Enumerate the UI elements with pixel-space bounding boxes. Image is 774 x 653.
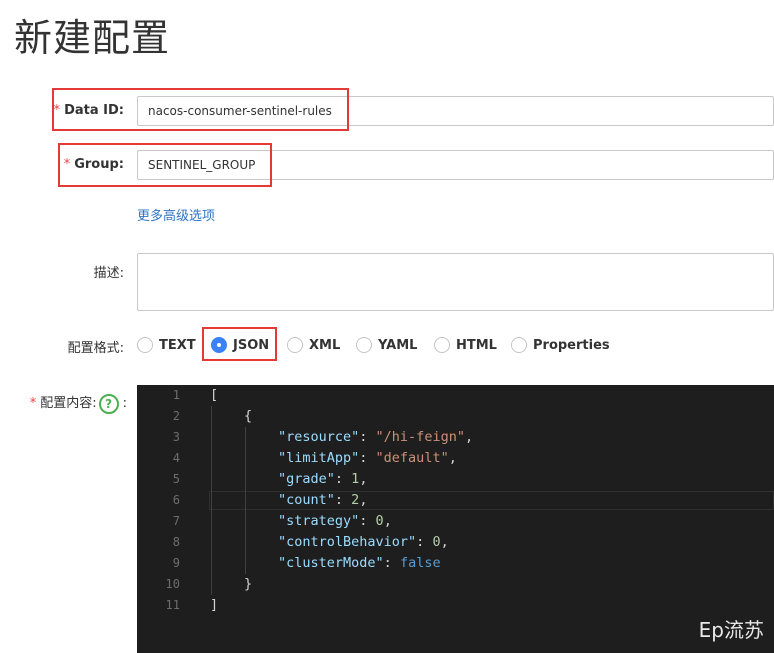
question-circle-icon[interactable]: ? <box>98 393 119 414</box>
code-line-text: "grade": 1, <box>278 471 368 487</box>
content-label-colon: : <box>122 396 127 411</box>
line-number: 11 <box>165 598 180 612</box>
line-number: 8 <box>172 535 180 549</box>
code-line: "strategy": 0, <box>278 511 392 532</box>
code-line: "resource": "/hi-feign", <box>278 427 473 448</box>
group-label-text: Group: <box>74 157 124 172</box>
code-line-text: "strategy": 0, <box>278 513 392 529</box>
format-radio-label: Properties <box>533 337 610 353</box>
code-line: "limitApp": "default", <box>278 448 457 469</box>
required-asterisk-icon: * <box>53 103 61 118</box>
format-radio-label: TEXT <box>159 337 196 353</box>
code-line: "controlBehavior": 0, <box>278 532 449 553</box>
code-line-text: [ <box>210 387 219 403</box>
code-line-text: } <box>244 576 253 592</box>
line-number: 2 <box>172 409 180 423</box>
code-line: ] <box>210 595 218 616</box>
group-label: * Group: <box>64 157 124 172</box>
line-number: 4 <box>172 451 180 465</box>
format-radio-xml[interactable]: XML <box>287 334 340 356</box>
code-line-text: "resource": "/hi-feign", <box>278 429 474 445</box>
format-radio-html[interactable]: HTML <box>434 334 497 356</box>
advanced-options-link[interactable]: 更多高级选项 <box>137 205 215 224</box>
code-line-text: { <box>244 408 253 424</box>
radio-icon <box>137 337 153 353</box>
line-number: 7 <box>172 514 180 528</box>
radio-checked-icon <box>211 337 227 353</box>
page-title: 新建配置 <box>14 16 171 60</box>
description-label: 描述: <box>93 266 124 281</box>
format-radio-label: JSON <box>233 337 270 353</box>
line-number: 3 <box>172 430 180 444</box>
code-line: "grade": 1, <box>278 469 367 490</box>
data-id-label-text: Data ID: <box>64 103 124 118</box>
code-line-text: "limitApp": "default", <box>278 450 457 466</box>
format-radio-label: YAML <box>378 337 418 353</box>
line-number: 5 <box>172 472 180 486</box>
data-id-input[interactable]: nacos-consumer-sentinel-rules <box>137 96 774 126</box>
code-line-text: ] <box>210 597 219 613</box>
code-line: "count": 2, <box>278 490 367 511</box>
format-radio-label: XML <box>309 337 341 353</box>
line-number: 10 <box>165 577 180 591</box>
code-line: { <box>244 406 252 427</box>
content-label: * 配置内容:?: <box>30 392 127 414</box>
content-label-text: 配置内容: <box>40 396 97 411</box>
format-radio-text[interactable]: TEXT <box>137 334 196 356</box>
required-asterisk-icon: * <box>29 396 37 411</box>
format-radio-properties[interactable]: Properties <box>511 334 610 356</box>
radio-icon <box>287 337 303 353</box>
indent-guide <box>245 427 246 574</box>
radio-icon <box>356 337 372 353</box>
code-line: "clusterMode": false <box>278 553 441 574</box>
required-asterisk-icon: * <box>63 157 71 172</box>
format-radio-label: HTML <box>456 337 497 353</box>
line-number: 1 <box>172 388 180 402</box>
radio-icon <box>511 337 527 353</box>
description-textarea[interactable] <box>137 253 774 311</box>
line-number: 6 <box>172 493 180 507</box>
data-id-label: * Data ID: <box>54 103 124 118</box>
new-config-page: 新建配置 * Data ID: nacos-consumer-sentinel-r… <box>0 0 774 653</box>
code-line-text: "controlBehavior": 0, <box>278 534 449 550</box>
indent-guide <box>211 406 212 595</box>
radio-icon <box>434 337 450 353</box>
format-radio-yaml[interactable]: YAML <box>356 334 417 356</box>
code-line: } <box>244 574 252 595</box>
watermark: Ep流苏 <box>698 618 764 642</box>
line-number: 9 <box>172 556 180 570</box>
group-input[interactable]: SENTINEL_GROUP <box>137 150 774 180</box>
format-radio-json[interactable]: JSON <box>211 334 269 356</box>
editor-gutter: 1 2 3 4 5 6 7 8 9 10 11 <box>137 385 197 653</box>
code-line-text: "count": 2, <box>278 492 368 508</box>
format-label: 配置格式: <box>67 341 124 356</box>
code-editor[interactable]: 1 2 3 4 5 6 7 8 9 10 11 [ { "resource": … <box>137 385 774 653</box>
code-line: [ <box>210 385 218 406</box>
code-line-text: "clusterMode": false <box>278 555 441 571</box>
